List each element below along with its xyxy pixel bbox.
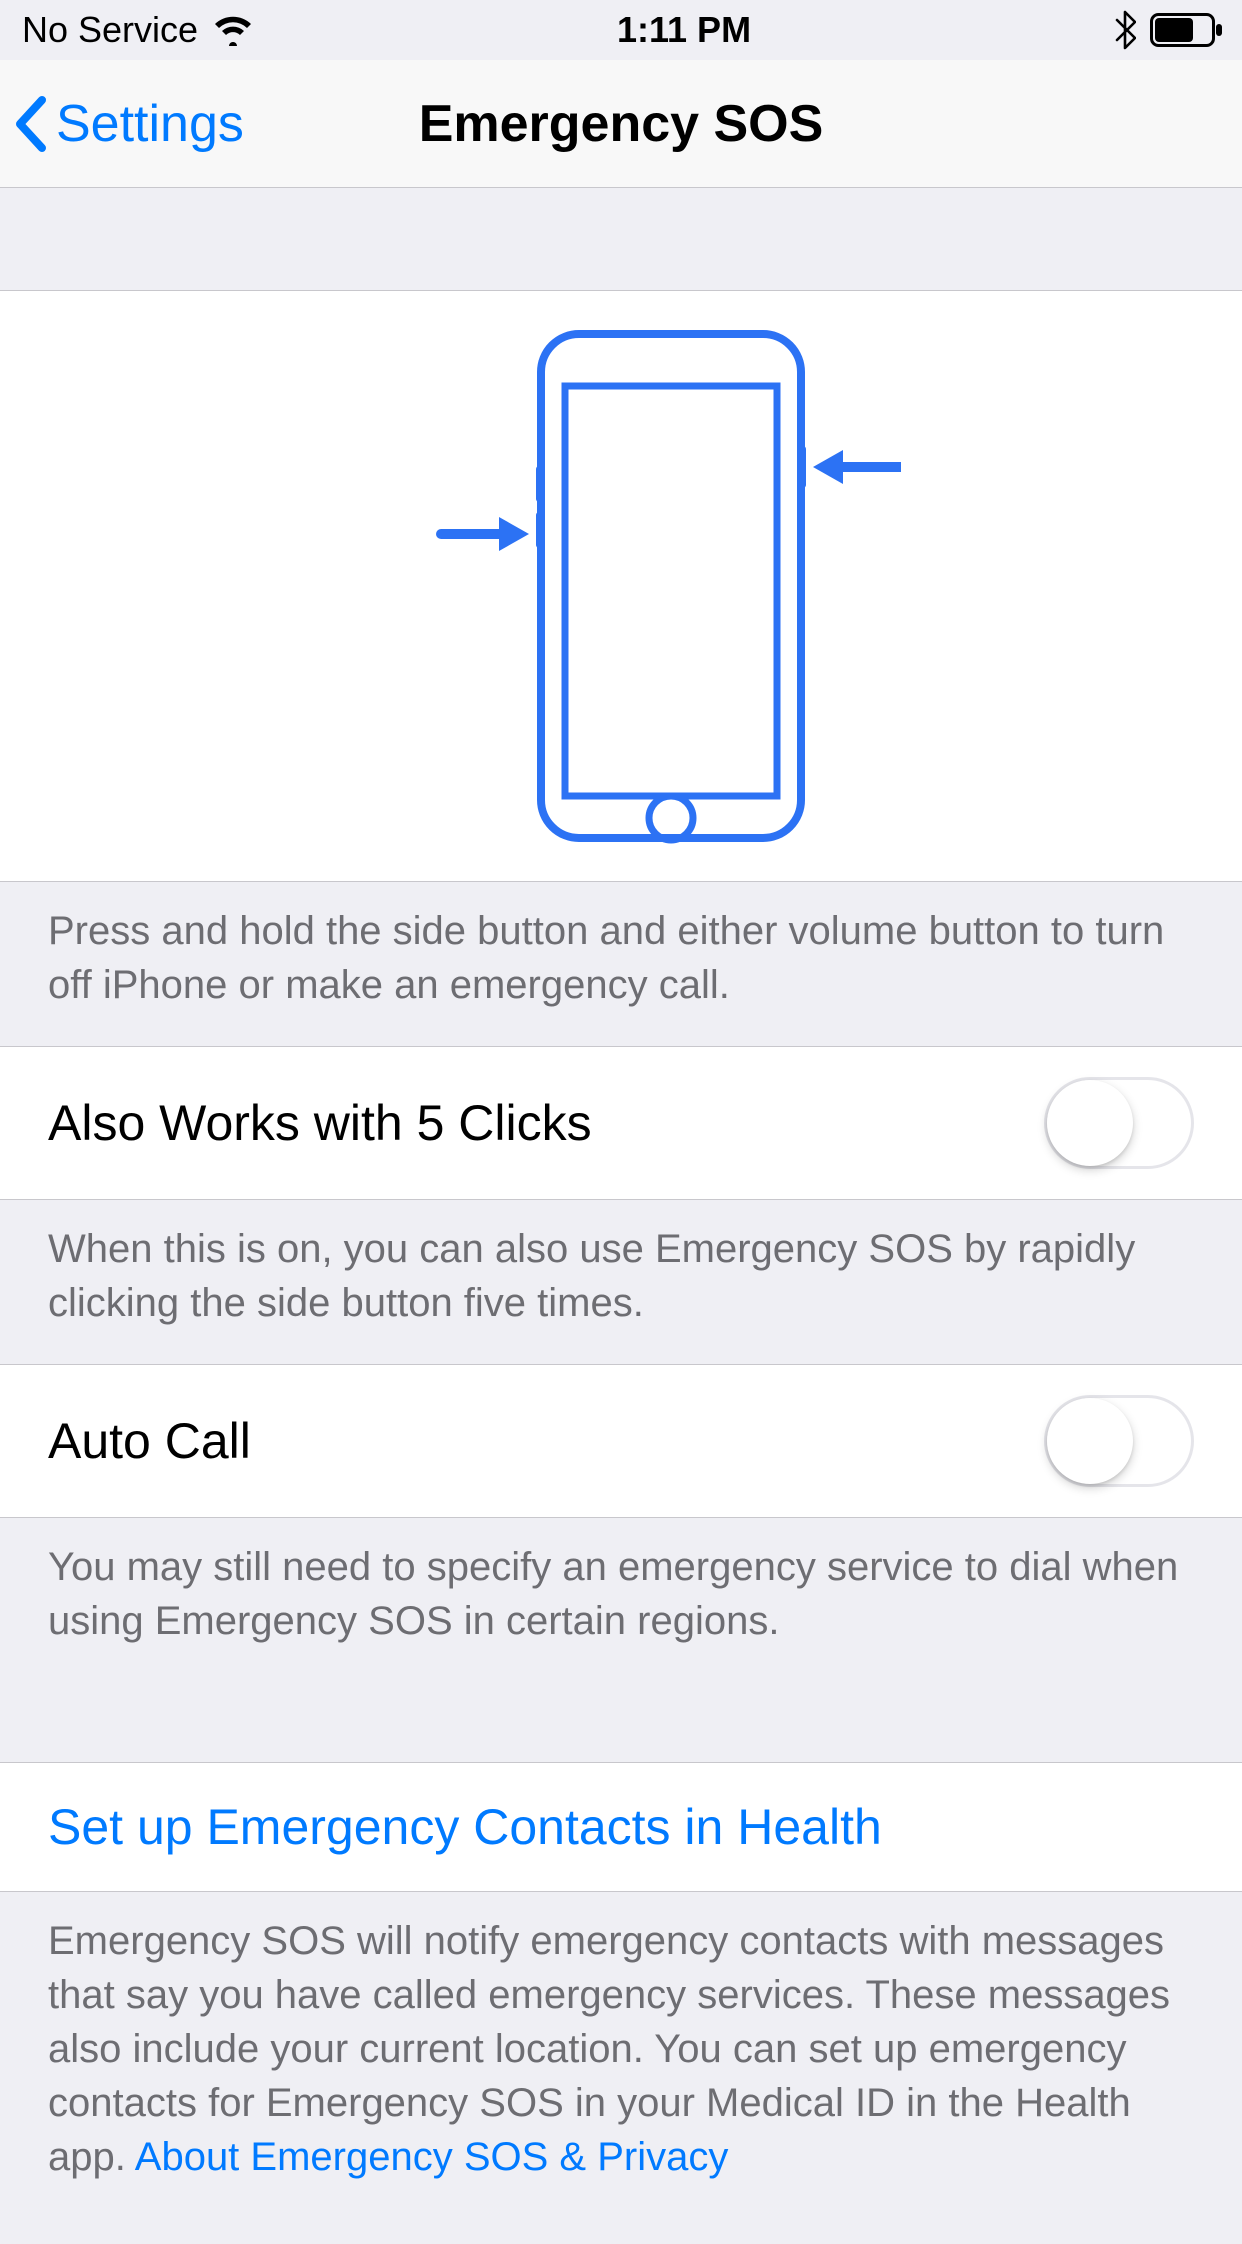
row-setup-contacts[interactable]: Set up Emergency Contacts in Health	[0, 1762, 1242, 1892]
chevron-left-icon	[12, 94, 48, 154]
auto-call-footer: You may still need to specify an emergen…	[0, 1518, 1242, 1682]
about-sos-privacy-link[interactable]: About Emergency SOS & Privacy	[135, 2135, 729, 2179]
back-button[interactable]: Settings	[12, 94, 244, 154]
bluetooth-icon	[1114, 10, 1136, 50]
back-label: Settings	[56, 94, 244, 154]
auto-call-toggle[interactable]	[1044, 1395, 1194, 1487]
setup-contacts-link: Set up Emergency Contacts in Health	[48, 1798, 882, 1856]
page-title: Emergency SOS	[419, 94, 824, 154]
illustration-footer-text: Press and hold the side button and eithe…	[0, 882, 1242, 1046]
row-auto-call: Auto Call	[0, 1364, 1242, 1518]
section-spacer	[0, 1682, 1242, 1762]
carrier-label: No Service	[22, 9, 198, 51]
status-time: 1:11 PM	[617, 9, 751, 51]
battery-icon	[1150, 13, 1224, 47]
wifi-icon	[212, 14, 254, 46]
nav-bar: Settings Emergency SOS	[0, 60, 1242, 188]
sos-illustration-panel	[0, 290, 1242, 882]
phone-sos-illustration-icon	[341, 316, 901, 856]
contacts-footer: Emergency SOS will notify emergency cont…	[0, 1892, 1242, 2244]
section-spacer	[0, 188, 1242, 290]
five-clicks-toggle[interactable]	[1044, 1077, 1194, 1169]
status-left: No Service	[22, 9, 254, 51]
five-clicks-footer: When this is on, you can also use Emerge…	[0, 1200, 1242, 1364]
row-five-clicks: Also Works with 5 Clicks	[0, 1046, 1242, 1200]
status-bar: No Service 1:11 PM	[0, 0, 1242, 60]
five-clicks-label: Also Works with 5 Clicks	[48, 1094, 592, 1152]
auto-call-label: Auto Call	[48, 1412, 251, 1470]
status-right	[1114, 10, 1224, 50]
